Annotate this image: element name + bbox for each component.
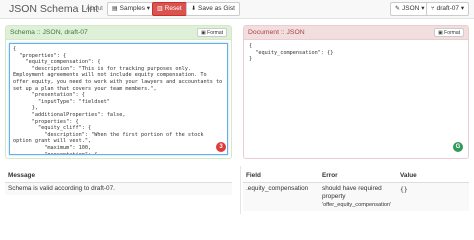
field-cell: .equity_compensation xyxy=(246,185,309,192)
document-format-button[interactable]: ▣ Format xyxy=(434,28,464,37)
grammarly-badge-icon[interactable]: 3 xyxy=(216,142,226,152)
save-gist-label: Save as Gist xyxy=(198,5,235,12)
error-text-line: 'offer_equity_compensation' xyxy=(322,202,392,208)
error-text-line: should have required xyxy=(322,185,382,192)
message-table: Message Schema is valid according to dra… xyxy=(5,168,232,195)
document-code[interactable]: { "equity_compensation": {} } xyxy=(249,43,463,63)
schema-format-label: Format xyxy=(207,30,223,36)
about-link[interactable]: About xyxy=(86,5,103,12)
samples-label: Samples xyxy=(119,5,145,12)
error-table: Field Error Value .equity_compensation s… xyxy=(243,168,469,211)
format-icon: ▣ xyxy=(438,30,443,36)
caret-down-icon: ▾ xyxy=(460,5,465,12)
save-icon: ⬇ xyxy=(191,6,197,12)
document-format-label: Format xyxy=(444,30,460,36)
error-cell: should have required property 'offer_equ… xyxy=(319,183,397,212)
caret-down-icon: ▾ xyxy=(421,5,425,12)
column-divider xyxy=(240,166,241,214)
json-mode-dropdown[interactable]: ✎ JSON ▾ xyxy=(390,2,430,16)
document-panel: Document :: JSON ▣ Format { "equity_comp… xyxy=(243,25,469,159)
reset-button[interactable]: ▥ Reset xyxy=(152,2,187,16)
reset-label: Reset xyxy=(164,5,182,12)
value-header: Value xyxy=(397,168,469,183)
table-row: Schema is valid according to draft-07. xyxy=(5,182,232,195)
schema-code[interactable]: { "properties": { "equity_compensation":… xyxy=(13,46,224,154)
caret-down-icon: ▾ xyxy=(146,5,151,12)
navbar: JSON Schema Lint About ▤ Samples ▾ ▥ Reset… xyxy=(0,0,474,19)
document-panel-heading: Document :: JSON ▣ Format xyxy=(244,26,468,40)
grammarly-badge-icon[interactable]: G xyxy=(453,142,463,152)
schema-panel-title: Schema :: JSON, draft-07 xyxy=(10,29,88,36)
value-cell: {} xyxy=(400,185,408,193)
save-gist-button[interactable]: ⬇ Save as Gist xyxy=(186,2,240,16)
pencil-icon: ✎ xyxy=(395,6,401,12)
samples-dropdown-button[interactable]: ▤ Samples ▾ xyxy=(107,2,156,16)
document-panel-title: Document :: JSON xyxy=(248,29,305,36)
schema-editor[interactable]: { "properties": { "equity_compensation":… xyxy=(9,43,228,155)
format-icon: ▣ xyxy=(201,30,206,36)
message-header: Message xyxy=(5,168,232,183)
briefcase-icon: ▤ xyxy=(112,6,118,12)
schema-panel-heading: Schema :: JSON, draft-07 ▣ Format xyxy=(6,26,231,40)
table-row: .equity_compensation should have require… xyxy=(243,182,469,212)
schema-panel: Schema :: JSON, draft-07 ▣ Format { "pro… xyxy=(5,25,232,159)
json-mode-label: JSON xyxy=(402,5,420,12)
error-text-line: property xyxy=(322,193,346,200)
schema-format-button[interactable]: ▣ Format xyxy=(197,28,227,37)
message-cell: Schema is valid according to draft-07. xyxy=(8,185,115,192)
fork-icon: ⑂ xyxy=(431,6,435,12)
trash-icon: ▥ xyxy=(157,6,163,12)
app-brand[interactable]: JSON Schema Lint xyxy=(9,3,98,15)
error-header: Error xyxy=(319,168,397,183)
field-header: Field xyxy=(243,168,319,183)
draft-version-label: draft-07 xyxy=(436,5,460,12)
document-editor[interactable]: { "equity_compensation": {} } xyxy=(249,43,463,155)
draft-version-dropdown[interactable]: ⑂ draft-07 ▾ xyxy=(426,2,470,16)
